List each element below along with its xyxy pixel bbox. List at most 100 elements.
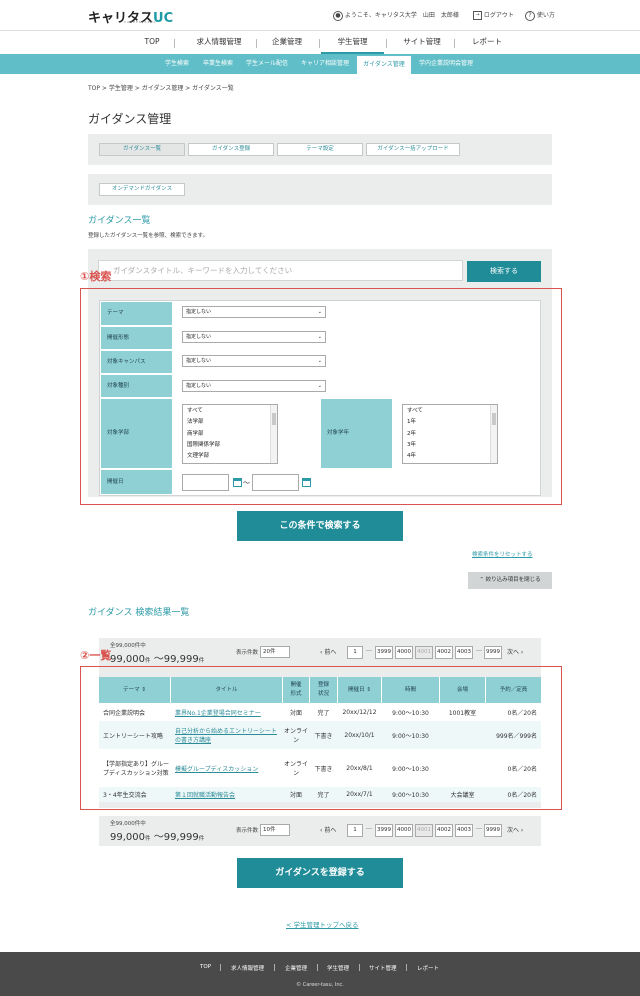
- page-button-current: 4001: [415, 824, 433, 837]
- main-nav-top[interactable]: TOP: [130, 31, 174, 55]
- collapse-label: 絞り込み項目を閉じる: [485, 577, 541, 583]
- annotation-box-search: [80, 288, 562, 505]
- tab-guidance-register[interactable]: ガイダンス登録: [188, 143, 274, 156]
- footer-divider: [220, 964, 221, 971]
- tab-bar: ガイダンス一覧 ガイダンス登録 テーマ設定 ガイダンス一括アップロード: [88, 134, 552, 165]
- range-from: 99,000: [110, 654, 145, 665]
- per-page-select[interactable]: 10件: [260, 824, 290, 836]
- copyright: © Career-tasu, Inc.: [296, 982, 344, 988]
- logout-link[interactable]: → ログアウト: [473, 10, 514, 20]
- page-button[interactable]: 3999: [375, 824, 393, 837]
- footer-link-student[interactable]: 学生管理: [327, 964, 349, 972]
- user-icon: ●: [333, 11, 343, 21]
- reset-conditions-link[interactable]: 検索条件をリセットする: [472, 550, 533, 558]
- per-page-label: 表示件数: [236, 828, 259, 834]
- page-button-current: 4001: [415, 646, 433, 659]
- breadcrumb: TOP > 学生管理 > ガイダンス管理 > ガイダンス一覧: [88, 85, 234, 92]
- prev-page-link[interactable]: ‹ 前へ: [320, 647, 336, 656]
- back-to-student-top-link[interactable]: < 学生管理トップへ戻る: [286, 919, 359, 929]
- nav-divider: [319, 39, 320, 48]
- pager-bottom: 全99,000件中 99,000件 ～99,999件 表示件数 10件 ‹ 前へ…: [99, 816, 541, 846]
- range-from: 99,000: [110, 832, 145, 843]
- total-count: 全99,000件中: [110, 821, 146, 827]
- range-count: 99,000件 ～99,999件: [110, 654, 205, 665]
- unit: 件: [145, 658, 151, 664]
- page-button[interactable]: 4002: [435, 824, 453, 837]
- nav-divider: [174, 39, 175, 48]
- tab-ondemand[interactable]: オンデマンドガイダンス: [99, 183, 185, 196]
- next-label: 次へ: [507, 827, 520, 834]
- search-with-conditions-button[interactable]: この条件で検索する: [237, 511, 403, 541]
- prev-label: 前へ: [324, 649, 337, 656]
- annotation-label-search: ①検索: [80, 270, 112, 283]
- per-page-select[interactable]: 20件: [260, 646, 290, 658]
- footer-link-report[interactable]: レポート: [417, 964, 439, 972]
- unit: 件: [198, 836, 205, 842]
- footer-divider: [317, 964, 318, 971]
- page-button[interactable]: 4000: [395, 824, 413, 837]
- sub-nav-guidance[interactable]: ガイダンス管理: [357, 56, 411, 74]
- nav-divider: [386, 39, 387, 48]
- next-page-link[interactable]: 次へ ›: [507, 825, 523, 834]
- footer-link-job-info[interactable]: 求人情報管理: [231, 964, 264, 972]
- footer: TOP 求人情報管理 企業管理 学生管理 サイト管理 レポート © Career…: [0, 952, 640, 996]
- logout-icon: →: [473, 11, 482, 20]
- main-nav-job-info[interactable]: 求人情報管理: [188, 31, 250, 55]
- page-ellipsis: …: [366, 646, 372, 653]
- sub-nav-alumni-search[interactable]: 卒業生検索: [198, 54, 238, 74]
- page-button[interactable]: 9999: [484, 646, 502, 659]
- page-button[interactable]: 4003: [455, 646, 473, 659]
- page-button[interactable]: 4003: [455, 824, 473, 837]
- next-label: 次へ: [507, 649, 520, 656]
- per-page-label: 表示件数: [236, 650, 259, 656]
- sub-nav: 学生検索 卒業生検索 学生メール配信 キャリア相談管理 ガイダンス管理 学内企業…: [0, 54, 640, 74]
- page-ellipsis: …: [476, 646, 482, 653]
- page-ellipsis: …: [476, 824, 482, 831]
- annotation-box-list: [80, 666, 562, 810]
- page-button[interactable]: 9999: [484, 824, 502, 837]
- page-button[interactable]: 1: [347, 824, 363, 837]
- main-nav-student[interactable]: 学生管理: [321, 31, 384, 55]
- logo-subtext: CAREERTASUC: [124, 20, 157, 24]
- tab-theme-settings[interactable]: テーマ設定: [277, 143, 363, 156]
- main-nav-company[interactable]: 企業管理: [262, 31, 312, 55]
- footer-link-top[interactable]: TOP: [200, 964, 211, 970]
- next-page-link[interactable]: 次へ ›: [507, 647, 523, 656]
- section-title-list: ガイダンス一覧: [88, 216, 151, 226]
- header: キャリタスUC CAREERTASUC ● ようこそ、キャリタス大学 山田 太郎…: [0, 0, 640, 30]
- main-nav-site[interactable]: サイト管理: [394, 31, 450, 55]
- footer-divider: [274, 964, 275, 971]
- page-button[interactable]: 3999: [375, 646, 393, 659]
- sub-nav-career-consult[interactable]: キャリア相談管理: [296, 54, 354, 74]
- page-button[interactable]: 4002: [435, 646, 453, 659]
- range-count: 99,000件 ～99,999件: [110, 832, 205, 843]
- collapse-filters-button[interactable]: ⌃ 絞り込み項目を閉じる: [468, 572, 552, 589]
- main-nav: TOP 求人情報管理 企業管理 学生管理 サイト管理 レポート: [0, 30, 640, 55]
- keyword-search-input[interactable]: ガイダンスタイトル、キーワードを入力してください: [98, 260, 463, 281]
- page-button[interactable]: 4000: [395, 646, 413, 659]
- sub-nav-mail[interactable]: 学生メール配信: [242, 54, 292, 74]
- nav-divider: [454, 39, 455, 48]
- page-title: ガイダンス管理: [88, 112, 172, 126]
- prev-label: 前へ: [324, 827, 337, 834]
- page-button[interactable]: 1: [347, 646, 363, 659]
- pager-top: 全99,000件中 99,000件 ～99,999件 表示件数 20件 ‹ 前へ…: [99, 638, 541, 668]
- prev-page-link[interactable]: ‹ 前へ: [320, 825, 336, 834]
- greeting-text: ようこそ、キャリタス大学 山田 太郎様: [344, 12, 459, 19]
- footer-link-company[interactable]: 企業管理: [285, 964, 307, 972]
- tab-guidance-list[interactable]: ガイダンス一覧: [99, 143, 185, 156]
- register-guidance-button[interactable]: ガイダンスを登録する: [237, 858, 403, 888]
- tab-bulk-upload[interactable]: ガイダンス一括アップロード: [366, 143, 460, 156]
- main-nav-report[interactable]: レポート: [464, 31, 510, 55]
- search-button[interactable]: 検索する: [467, 261, 541, 282]
- help-icon: ?: [525, 11, 535, 21]
- footer-link-site[interactable]: サイト管理: [369, 964, 397, 972]
- range-to: 99,999: [163, 832, 199, 843]
- annotation-label-list: ②一覧: [80, 649, 112, 662]
- sub-nav-oncampus-seminar[interactable]: 学内企業説明会管理: [414, 54, 478, 74]
- footer-divider: [406, 964, 407, 971]
- sub-nav-student-search[interactable]: 学生検索: [160, 54, 194, 74]
- help-link[interactable]: ? 使い方: [525, 10, 555, 21]
- ondemand-tab-bar: オンデマンドガイダンス: [88, 174, 552, 205]
- total-count: 全99,000件中: [110, 643, 146, 649]
